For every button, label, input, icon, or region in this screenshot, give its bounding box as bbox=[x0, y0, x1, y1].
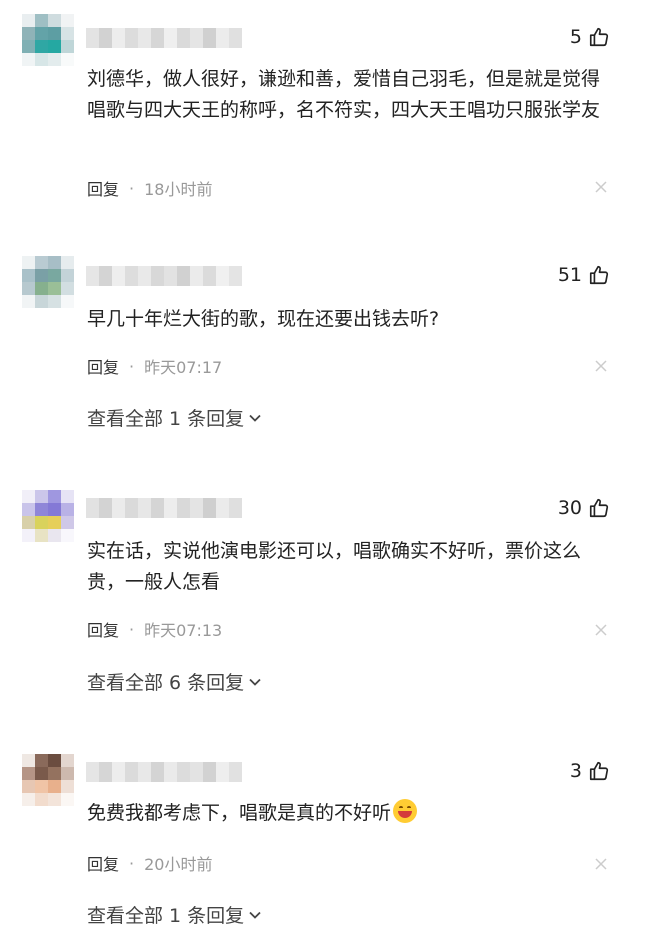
comment-meta: 回复 · 18小时前 bbox=[87, 176, 212, 200]
view-all-replies[interactable]: 查看全部 1 条回复 bbox=[87, 404, 262, 431]
like-count: 51 bbox=[557, 264, 582, 286]
reply-button[interactable]: 回复 bbox=[87, 354, 119, 378]
chevron-down-icon bbox=[249, 911, 261, 919]
thumbs-up-icon bbox=[589, 761, 609, 781]
avatar[interactable] bbox=[22, 754, 74, 806]
like-count: 30 bbox=[557, 497, 582, 519]
comment-item: 3 免费我都考虑下，唱歌是真的不好听 回复 · 20小时前 查看全部 1 条回复 bbox=[0, 742, 648, 939]
close-icon[interactable] bbox=[594, 359, 608, 373]
close-icon[interactable] bbox=[594, 623, 608, 637]
comment-text: 实在话，实说他演电影还可以，唱歌确实不好听，票价这么贵，一般人怎看 bbox=[87, 540, 582, 593]
username-blurred[interactable] bbox=[86, 266, 242, 286]
like-button[interactable]: 30 bbox=[558, 497, 610, 519]
view-all-replies-label: 查看全部 1 条回复 bbox=[87, 905, 245, 927]
timestamp: 18小时前 bbox=[144, 180, 213, 199]
comment-item: 30 实在话，实说他演电影还可以，唱歌确实不好听，票价这么贵，一般人怎看 回复 … bbox=[0, 478, 648, 718]
timestamp: 昨天07:17 bbox=[144, 358, 223, 377]
username-blurred[interactable] bbox=[86, 762, 242, 782]
separator-dot: · bbox=[129, 178, 135, 198]
reply-button[interactable]: 回复 bbox=[87, 851, 119, 875]
thumbs-up-icon bbox=[589, 27, 609, 47]
view-all-replies-label: 查看全部 1 条回复 bbox=[87, 408, 245, 430]
comment-text-body: 免费我都考虑下，唱歌是真的不好听 bbox=[87, 802, 392, 824]
view-all-replies[interactable]: 查看全部 1 条回复 bbox=[87, 901, 262, 928]
separator-dot: · bbox=[129, 853, 135, 873]
grinning-face-emoji bbox=[393, 799, 418, 823]
comment-text: 免费我都考虑下，唱歌是真的不好听 bbox=[87, 798, 617, 829]
like-count: 3 bbox=[569, 760, 582, 782]
timestamp: 昨天07:13 bbox=[144, 621, 223, 640]
separator-dot: · bbox=[129, 619, 135, 639]
comment-meta: 回复 · 20小时前 bbox=[87, 851, 212, 875]
close-icon[interactable] bbox=[594, 180, 608, 194]
thumbs-up-icon bbox=[589, 265, 609, 285]
avatar[interactable] bbox=[22, 490, 74, 542]
chevron-down-icon bbox=[249, 678, 261, 686]
avatar[interactable] bbox=[22, 14, 74, 66]
reply-button[interactable]: 回复 bbox=[87, 617, 119, 641]
like-button[interactable]: 5 bbox=[570, 26, 610, 48]
separator-dot: · bbox=[129, 356, 135, 376]
comment-meta: 回复 · 昨天07:13 bbox=[87, 617, 222, 641]
avatar[interactable] bbox=[22, 256, 74, 308]
comment-text: 刘德华，做人很好，谦逊和善，爱惜自己羽毛，但是就是觉得唱歌与四大天王的称呼，名不… bbox=[87, 68, 601, 121]
chevron-down-icon bbox=[249, 414, 261, 422]
comment-meta: 回复 · 昨天07:17 bbox=[87, 354, 222, 378]
username-blurred[interactable] bbox=[86, 28, 242, 48]
timestamp: 20小时前 bbox=[144, 855, 213, 874]
comment-item: 51 早几十年烂大街的歌，现在还要出钱去听? 回复 · 昨天07:17 查看全部… bbox=[0, 240, 648, 460]
username-blurred[interactable] bbox=[86, 498, 242, 518]
comment-item: 5 刘德华，做人很好，谦逊和善，爱惜自己羽毛，但是就是觉得唱歌与四大天王的称呼，… bbox=[0, 0, 648, 220]
like-count: 5 bbox=[569, 26, 582, 48]
comment-text: 早几十年烂大街的歌，现在还要出钱去听? bbox=[87, 308, 440, 330]
view-all-replies-label: 查看全部 6 条回复 bbox=[87, 672, 245, 694]
thumbs-up-icon bbox=[589, 498, 609, 518]
close-icon[interactable] bbox=[594, 857, 608, 871]
like-button[interactable]: 51 bbox=[558, 264, 610, 286]
like-button[interactable]: 3 bbox=[570, 760, 610, 782]
view-all-replies[interactable]: 查看全部 6 条回复 bbox=[87, 668, 262, 695]
reply-button[interactable]: 回复 bbox=[87, 176, 119, 200]
